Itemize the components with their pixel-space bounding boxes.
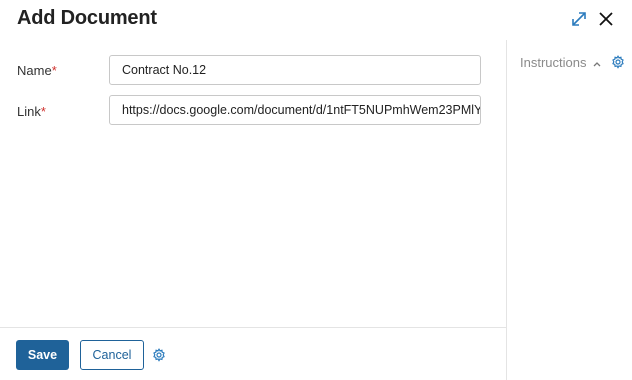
save-button[interactable]: Save	[16, 340, 69, 370]
instructions-toggle[interactable]: Instructions	[520, 55, 586, 70]
name-label-text: Name	[17, 63, 52, 78]
cancel-button[interactable]: Cancel	[80, 340, 144, 370]
chevron-up-icon[interactable]	[592, 56, 602, 67]
expand-icon[interactable]	[568, 8, 590, 30]
name-input[interactable]: Contract No.12	[109, 55, 481, 85]
link-input[interactable]: https://docs.google.com/document/d/1ntFT…	[109, 95, 481, 125]
instructions-panel: Instructions	[507, 40, 632, 380]
dialog-title: Add Document	[17, 7, 157, 29]
gear-icon[interactable]	[152, 348, 166, 362]
dialog-footer: Save Cancel	[0, 328, 506, 380]
gear-icon[interactable]	[611, 55, 625, 69]
link-label-text: Link	[17, 104, 41, 119]
name-required-mark: *	[51, 63, 57, 78]
close-icon[interactable]	[595, 8, 617, 30]
dialog-header: Add Document	[0, 0, 632, 40]
name-field-label: Name*	[17, 63, 57, 78]
form-area: Name* Contract No.12 Link* https://docs.…	[0, 40, 506, 327]
add-document-dialog: Add Document Name* Contract No.12 Link* …	[0, 0, 632, 380]
link-field-label: Link*	[17, 104, 46, 119]
link-required-mark: *	[40, 104, 46, 119]
